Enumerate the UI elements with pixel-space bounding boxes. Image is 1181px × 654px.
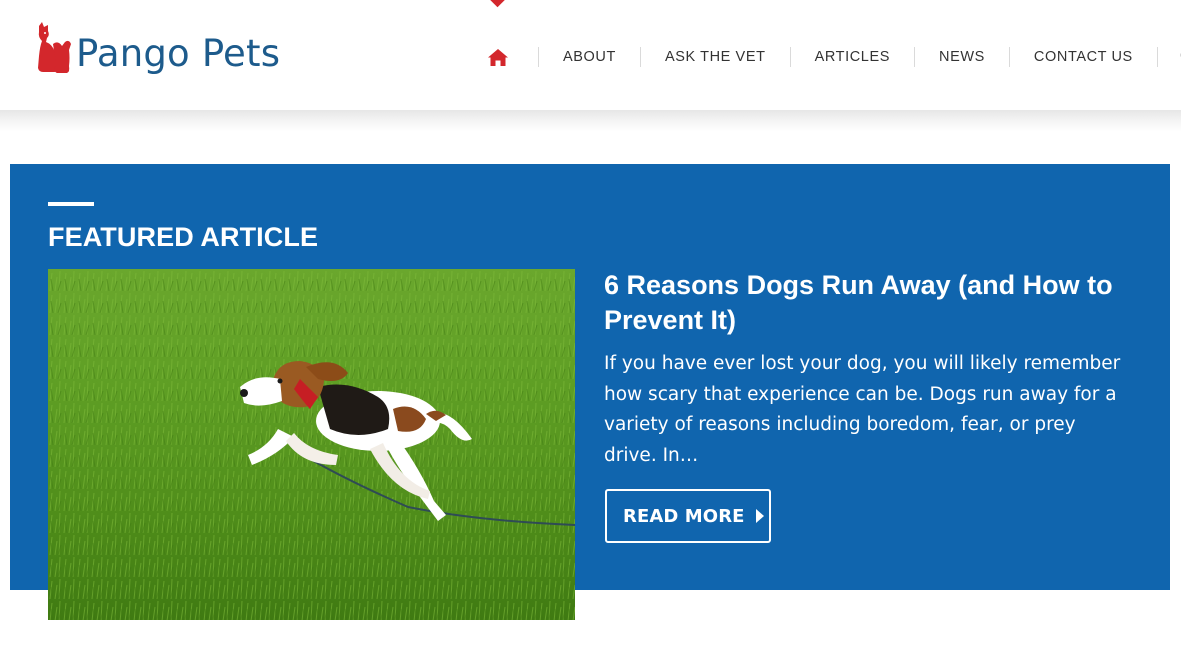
cat-dog-silhouette-icon [38,22,71,73]
read-more-button[interactable]: READ MORE [605,489,771,543]
header-shadow [0,110,1181,132]
beagle-running-photo [48,269,575,620]
featured-article-image[interactable] [48,269,575,620]
active-nav-marker [489,0,506,8]
search-button[interactable] [1172,40,1181,74]
nav-item-articles[interactable]: ARTICLES [791,40,914,74]
nav-item-ask-the-vet[interactable]: ASK THE VET [641,40,790,74]
home-icon [488,48,508,66]
featured-article-excerpt: If you have ever lost your dog, you will… [604,353,1121,466]
caret-right-icon [755,509,764,523]
heading-rule [48,202,94,206]
site-logo[interactable]: Pango Pets [36,20,280,76]
site-name: Pango Pets [76,32,281,75]
featured-heading: FEATURED ARTICLE [48,222,319,252]
nav-item-about[interactable]: ABOUT [539,40,640,74]
nav-item-contact-us[interactable]: CONTACT US [1010,40,1157,74]
nav-divider [1156,47,1158,67]
site-header: Pango Pets ABOUT ASK THE VET ARTICLES NE… [0,0,1181,110]
main-nav: ABOUT ASK THE VET ARTICLES NEWS CONTACT … [480,40,1181,74]
nav-item-news[interactable]: NEWS [915,40,1009,74]
read-more-label: READ MORE [623,505,745,527]
nav-home-link[interactable] [480,40,516,74]
featured-article-title[interactable]: 6 Reasons Dogs Run Away (and How to Prev… [604,268,1124,338]
